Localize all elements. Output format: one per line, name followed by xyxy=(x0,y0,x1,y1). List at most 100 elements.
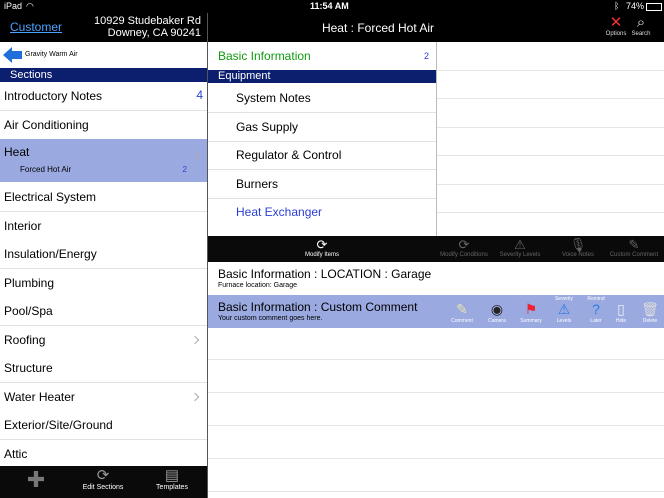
basic-information-item[interactable]: Basic Information 2 xyxy=(208,42,436,71)
section-item-roofing[interactable]: Roofing xyxy=(0,326,207,355)
equipment-item-system-notes[interactable]: System Notes xyxy=(208,84,436,113)
section-item-heat[interactable]: Heat Forced Hot Air 2 xyxy=(0,139,207,182)
comment-action-button[interactable]: ✎ Comment xyxy=(446,296,478,324)
flag-icon: ⚑ xyxy=(524,301,538,317)
sections-header: Sections xyxy=(0,68,207,82)
comment-row[interactable]: Basic Information : LOCATION : Garage Fu… xyxy=(208,262,664,296)
equipment-header-label: Equipment xyxy=(218,70,271,82)
camera-action-label: Camera xyxy=(488,318,506,324)
comment-toolbar: ⟳ Modify Items ⟳ Modify Conditions ⚠ Sev… xyxy=(208,236,664,262)
row-divider xyxy=(208,392,664,393)
section-label: Water Heater xyxy=(4,390,75,404)
hide-action-label: Hide xyxy=(615,318,627,324)
search-button[interactable]: ⌕ Search xyxy=(628,14,654,37)
section-item-introductory-notes[interactable]: Introductory Notes 4 xyxy=(0,82,207,111)
section-label: Air Conditioning xyxy=(4,118,89,132)
section-item-interior[interactable]: Interior xyxy=(0,212,207,241)
comment-title: Basic Information : LOCATION : Garage xyxy=(218,267,432,281)
options-label: Options xyxy=(605,31,627,37)
customer-link[interactable]: Customer xyxy=(10,20,62,34)
voice-notes-button[interactable]: 🎙 Voice Notes xyxy=(548,237,608,258)
edit-sections-button[interactable]: ⟳ Edit Sections xyxy=(76,468,130,492)
equipment-label: Gas Supply xyxy=(236,120,299,134)
custom-comment-button[interactable]: ✎ Custom Comment xyxy=(604,237,664,258)
summary-action-button[interactable]: ⚑ Summary xyxy=(515,296,547,324)
comment-list-empty-area xyxy=(208,328,664,498)
section-item-plumbing[interactable]: Plumbing xyxy=(0,269,207,298)
status-time: 11:54 AM xyxy=(310,1,349,11)
hide-document-icon: ▯ xyxy=(617,301,625,317)
severity-levels-label: Severity Levels xyxy=(499,252,541,258)
refresh-icon: ⟳ xyxy=(458,237,470,252)
options-button[interactable]: ✕ Options xyxy=(603,14,629,37)
microphone-icon: 🎙 xyxy=(569,237,587,252)
templates-icon: ▤ xyxy=(164,467,180,484)
section-label: Insulation/Energy xyxy=(4,247,97,261)
sections-header-label: Sections xyxy=(10,69,53,81)
back-button[interactable]: Gravity Warm Air xyxy=(0,42,207,69)
section-label: Interior xyxy=(4,219,42,233)
camera-action-button[interactable]: ◉ Camera xyxy=(481,296,513,324)
delete-action-button[interactable]: 🗑 Delete xyxy=(634,296,664,324)
section-label: Heat xyxy=(4,145,30,159)
section-item-structure[interactable]: Structure xyxy=(0,354,207,383)
equipment-item-regulator-control[interactable]: Regulator & Control xyxy=(208,141,436,170)
modify-items-button[interactable]: ⟳ Modify Items xyxy=(292,237,352,258)
row-divider xyxy=(437,127,664,128)
add-section-button[interactable]: ✚ xyxy=(22,468,50,492)
custom-comment-label: Custom Comment xyxy=(609,252,659,258)
row-divider xyxy=(437,70,664,71)
summary-action-label: Summary xyxy=(520,318,542,324)
chevron-right-icon xyxy=(190,335,200,345)
section-item-insulation-energy[interactable]: Insulation/Energy xyxy=(0,240,207,269)
pencil-icon: ✎ xyxy=(628,237,640,252)
basic-information-label: Basic Information xyxy=(218,49,311,63)
equipment-item-gas-supply[interactable]: Gas Supply xyxy=(208,113,436,142)
equipment-label: Heat Exchanger xyxy=(236,205,323,219)
templates-button[interactable]: ▤ Templates xyxy=(150,467,194,492)
row-divider xyxy=(437,155,664,156)
row-divider xyxy=(208,458,664,459)
section-item-water-heater[interactable]: Water Heater xyxy=(0,383,207,412)
equipment-item-heat-exchanger[interactable]: Heat Exchanger xyxy=(208,198,436,226)
section-item-exterior-site-ground[interactable]: Exterior/Site/Ground xyxy=(0,411,207,440)
section-sub-item[interactable]: Forced Hot Air xyxy=(20,165,71,174)
section-item-pool-spa[interactable]: Pool/Spa xyxy=(0,297,207,326)
section-item-air-conditioning[interactable]: Air Conditioning xyxy=(0,111,207,140)
status-bar: iPad ◠ 11:54 AM ᛒ 74% xyxy=(0,0,664,13)
section-count: 4 xyxy=(196,88,203,102)
voice-notes-label: Voice Notes xyxy=(561,252,595,258)
edit-sections-label: Edit Sections xyxy=(82,484,124,491)
wifi-icon: ◠ xyxy=(26,1,34,11)
severity-levels-action-button[interactable]: Severity ⚠ Levels xyxy=(548,296,580,324)
equipment-label: System Notes xyxy=(236,91,311,105)
basic-information-count: 2 xyxy=(423,51,429,61)
search-icon: ⌕ xyxy=(636,14,646,31)
severity-levels-button[interactable]: ⚠ Severity Levels xyxy=(490,237,550,258)
modify-conditions-button[interactable]: ⟳ Modify Conditions xyxy=(434,237,494,258)
later-action-label: Later xyxy=(590,318,602,324)
section-item-attic[interactable]: Attic xyxy=(0,440,207,466)
equipment-label: Burners xyxy=(236,177,279,191)
comment-subtitle: Your custom comment goes here. xyxy=(218,315,323,322)
equipment-item-burners[interactable]: Burners xyxy=(208,170,436,199)
back-label: Gravity Warm Air xyxy=(25,51,78,58)
comment-row-selected[interactable]: Basic Information : Custom Comment Your … xyxy=(208,295,664,328)
detail-panel xyxy=(437,42,664,236)
equipment-label: Regulator & Control xyxy=(236,148,342,162)
address-line-1: 10929 Studebaker Rd xyxy=(93,15,201,27)
hide-action-button[interactable]: ▯ Hide xyxy=(605,296,637,324)
warning-icon: ⚠ xyxy=(557,301,571,317)
camera-icon: ◉ xyxy=(490,301,504,317)
customer-address: 10929 Studebaker Rd Downey, CA 90241 xyxy=(94,15,201,39)
section-label: Exterior/Site/Ground xyxy=(4,418,113,432)
row-divider xyxy=(208,359,664,360)
section-label: Introductory Notes xyxy=(4,89,103,103)
delete-action-label: Delete xyxy=(642,318,658,324)
row-divider xyxy=(437,184,664,185)
left-header: Customer 10929 Studebaker Rd Downey, CA … xyxy=(0,13,207,42)
bluetooth-icon: ᛒ xyxy=(614,1,620,11)
row-divider xyxy=(208,425,664,426)
section-item-electrical-system[interactable]: Electrical System xyxy=(0,183,207,212)
search-label: Search xyxy=(631,31,651,37)
